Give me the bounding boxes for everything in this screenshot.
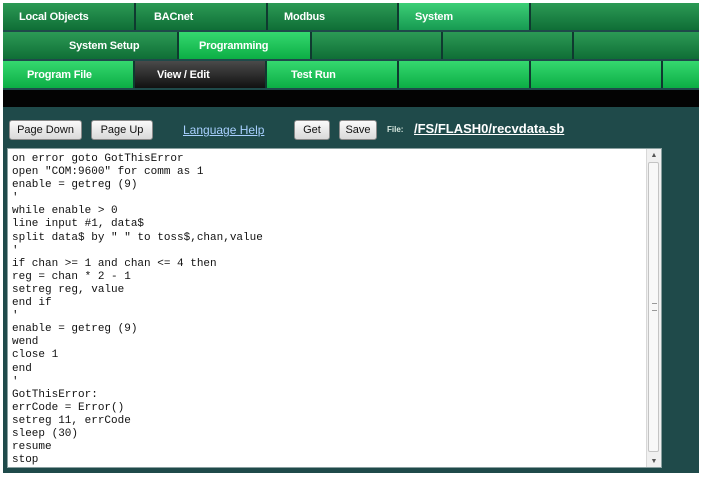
page-down-button[interactable]: Page Down xyxy=(9,120,82,140)
tab-test-run[interactable]: Test Run xyxy=(267,61,399,88)
program-nav: Program File View / Edit Test Run xyxy=(3,61,699,88)
tab-bacnet[interactable]: BACnet xyxy=(136,3,268,30)
language-help-link[interactable]: Language Help xyxy=(183,123,264,137)
tab-program-file[interactable]: Program File xyxy=(3,61,135,88)
file-path-link[interactable]: /FS/FLASH0/recvdata.sb xyxy=(414,121,564,136)
tab-system-setup[interactable]: System Setup xyxy=(3,32,179,59)
down-arrow-icon[interactable]: ▼ xyxy=(647,455,661,467)
save-button[interactable]: Save xyxy=(339,120,377,140)
scroll-thumb[interactable] xyxy=(648,162,659,452)
app-frame: Local Objects BACnet Modbus System Syste… xyxy=(3,3,699,473)
tab-empty xyxy=(531,61,663,88)
tab-empty xyxy=(663,61,699,88)
grip-icon xyxy=(652,303,657,311)
get-button[interactable]: Get xyxy=(294,120,330,140)
code-text[interactable]: on error goto GotThisError open "COM:960… xyxy=(12,153,263,467)
tab-view-edit[interactable]: View / Edit xyxy=(135,61,267,88)
main-nav: Local Objects BACnet Modbus System xyxy=(3,3,699,30)
file-label: File: xyxy=(387,125,404,134)
sub-nav: System Setup Programming xyxy=(3,32,699,59)
code-editor[interactable]: on error goto GotThisError open "COM:960… xyxy=(7,148,662,468)
tab-empty xyxy=(531,3,699,30)
tab-system[interactable]: System xyxy=(399,3,531,30)
tab-empty xyxy=(443,32,574,59)
separator-bar xyxy=(3,90,699,107)
up-arrow-icon[interactable]: ▲ xyxy=(647,149,661,161)
tab-empty xyxy=(312,32,443,59)
tab-programming[interactable]: Programming xyxy=(179,32,312,59)
page-up-button[interactable]: Page Up xyxy=(91,120,153,140)
tab-empty xyxy=(399,61,531,88)
vertical-scrollbar[interactable]: ▲ ▼ xyxy=(646,149,661,467)
tab-empty xyxy=(574,32,699,59)
tab-modbus[interactable]: Modbus xyxy=(268,3,399,30)
editor-toolbar: Page Down Page Up Language Help Get Save… xyxy=(3,107,699,149)
tab-local-objects[interactable]: Local Objects xyxy=(3,3,136,30)
